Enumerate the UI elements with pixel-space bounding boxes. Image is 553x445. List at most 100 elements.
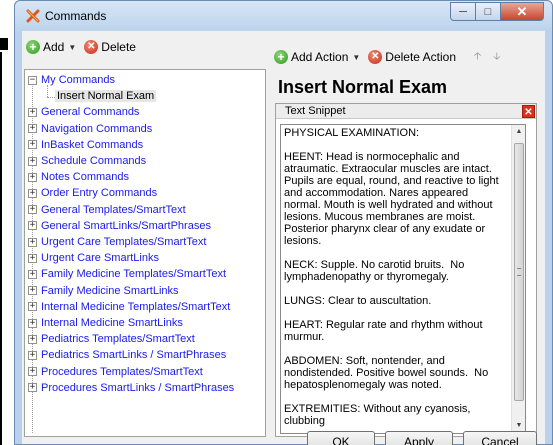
remove-snippet-button[interactable]: ✕ (522, 105, 535, 118)
add-label: Add (43, 40, 65, 54)
minimize-icon: ─ (459, 5, 467, 18)
snippet-paragraph: ABDOMEN: Soft, nontender, and nondistend… (284, 355, 492, 391)
expand-icon[interactable]: + (28, 172, 37, 182)
title-bar[interactable]: Commands ─ □ ✕ (15, 1, 552, 31)
expand-icon[interactable]: + (28, 124, 37, 134)
expand-icon[interactable]: + (28, 205, 37, 215)
commands-window: Commands ─ □ ✕ + Add ▼ ✕ Delete − My Comm… (14, 0, 553, 445)
tree-item-label: General Commands (41, 106, 140, 119)
expand-icon[interactable]: + (28, 334, 37, 344)
expand-icon[interactable]: + (28, 286, 37, 296)
snippet-paragraph: PHYSICAL EXAMINATION: (284, 127, 420, 139)
add-icon: + (26, 40, 40, 54)
delete-action-label: Delete Action (385, 50, 457, 64)
delete-icon: ✕ (84, 40, 99, 54)
scroll-thumb[interactable] (514, 143, 524, 401)
tree-item-label: Internal Medicine SmartLinks (41, 317, 183, 329)
add-icon: + (274, 50, 288, 64)
command-tree[interactable]: − My Commands Insert Normal Exam + General C… (24, 69, 266, 437)
tree-item-label: Order Entry Commands (41, 187, 158, 200)
scroll-up-icon[interactable]: ▲ (512, 125, 525, 139)
expand-icon[interactable]: + (28, 367, 37, 377)
tree-item-label: Navigation Commands (41, 122, 153, 135)
snippet-paragraph: NECK: Supple. No carotid bruits. No lymp… (284, 259, 468, 283)
tree-item[interactable]: + Internal Medicine Templates/SmartText (28, 299, 230, 315)
edge-tick (0, 38, 8, 50)
delete-icon: ✕ (368, 50, 383, 64)
expand-icon[interactable]: + (28, 269, 37, 279)
tree-item[interactable]: + Navigation Commands (28, 121, 152, 137)
tree-item[interactable]: + Order Entry Commands (28, 185, 157, 201)
expand-icon[interactable]: + (28, 188, 37, 198)
move-down-arrow-icon[interactable]: 🡣︎ (493, 49, 500, 66)
maximize-button[interactable]: □ (476, 2, 501, 21)
expand-icon[interactable]: + (28, 383, 37, 393)
close-icon: ✕ (516, 3, 528, 19)
tree-item[interactable]: + Urgent Care Templates/SmartText (28, 234, 206, 250)
tree-item[interactable]: + Procedures Templates/SmartText (28, 364, 203, 380)
tree-item[interactable]: + General Templates/SmartText (28, 202, 186, 218)
expand-icon[interactable]: + (28, 302, 37, 312)
expand-icon[interactable]: + (28, 221, 37, 231)
snippet-text-area[interactable]: PHYSICAL EXAMINATION: HEENT: Head is norm… (280, 124, 526, 434)
expand-icon[interactable]: + (28, 350, 37, 360)
tree-item-label: Internal Medicine Templates/SmartText (41, 300, 231, 313)
tree-item[interactable]: + Schedule Commands (28, 153, 146, 169)
snippet-header: Text Snippet ✕ (276, 104, 536, 119)
edge-strip (0, 52, 2, 445)
tree-item[interactable]: + Pediatrics SmartLinks / SmartPhrases (28, 347, 226, 363)
maximize-icon: □ (484, 5, 492, 18)
tree-item[interactable]: + Family Medicine Templates/SmartText (28, 266, 226, 282)
dialog-client-area: + Add ▼ ✕ Delete − My Commands Insert Norm… (22, 31, 545, 445)
close-button[interactable]: ✕ (501, 2, 544, 21)
tree-item[interactable]: + Notes Commands (28, 169, 129, 185)
cancel-button[interactable]: Cancel (463, 431, 537, 445)
tree-item-label: Notes Commands (41, 171, 130, 184)
delete-action-button[interactable]: ✕ Delete Action (368, 50, 456, 64)
snippet-paragraph: LUNGS: Clear to auscultation. (284, 295, 432, 307)
tree-item[interactable]: + Pediatrics Templates/SmartText (28, 331, 195, 347)
right-toolbar: + Add Action ▼ ✕ Delete Action 🡡︎ 🡣︎ (274, 45, 500, 69)
expand-icon[interactable]: + (28, 253, 37, 263)
expand-icon[interactable]: + (28, 237, 37, 247)
add-button[interactable]: + Add ▼ (26, 40, 76, 54)
tree-item[interactable]: + General SmartLinks/SmartPhrases (28, 218, 211, 234)
tree-item[interactable]: − My Commands (28, 72, 115, 88)
snippet-paragraph: HEART: Regular rate and rhythm without m… (284, 319, 486, 343)
expand-icon[interactable]: + (28, 156, 37, 166)
delete-button[interactable]: ✕ Delete (84, 40, 136, 54)
tree-item[interactable]: + Procedures SmartLinks / SmartPhrases (28, 380, 234, 396)
tree-item[interactable]: + InBasket Commands (28, 137, 143, 153)
tree-item-label: Family Medicine Templates/SmartText (41, 268, 227, 281)
tree-item[interactable]: + Internal Medicine SmartLinks (28, 315, 183, 331)
ok-button[interactable]: OK (307, 431, 375, 445)
scroll-grip (517, 268, 521, 276)
add-action-button[interactable]: + Add Action ▼ (274, 50, 360, 64)
tree-item-label: My Commands (41, 74, 115, 86)
chevron-down-icon: ▼ (352, 52, 361, 62)
tree-item-selected[interactable]: Insert Normal Exam (55, 88, 157, 104)
tree-item-label: Procedures SmartLinks / SmartPhrases (41, 381, 235, 394)
collapse-icon[interactable]: − (28, 75, 37, 85)
expand-icon[interactable]: + (28, 140, 37, 150)
move-up-arrow-icon[interactable]: 🡡︎ (474, 49, 481, 66)
tree-item[interactable]: + Family Medicine SmartLinks (28, 283, 179, 299)
expand-icon[interactable]: + (28, 107, 37, 117)
tree-item-label: Insert Normal Exam (55, 90, 157, 103)
snippet-text: PHYSICAL EXAMINATION: HEENT: Head is norm… (281, 125, 505, 427)
expand-icon[interactable]: + (28, 318, 37, 328)
snippet-scrollbar[interactable]: ▲ ▼ (511, 125, 525, 433)
minimize-button[interactable]: ─ (450, 2, 476, 21)
text-snippet-panel: Text Snippet ✕ PHYSICAL EXAMINATION: HEEN… (275, 103, 537, 437)
apply-button[interactable]: Apply (385, 431, 453, 445)
add-action-label: Add Action (291, 50, 349, 64)
tree-item-label: InBasket Commands (41, 138, 144, 151)
tree-item[interactable]: + General Commands (28, 104, 139, 120)
snippet-paragraph: HEENT: Head is normocephalic and atrauma… (284, 151, 502, 247)
tree-item-label: Urgent Care SmartLinks (41, 252, 159, 265)
tree-item[interactable]: + Urgent Care SmartLinks (28, 250, 159, 266)
left-toolbar: + Add ▼ ✕ Delete (22, 31, 266, 63)
tree-item-label: Pediatrics Templates/SmartText (41, 333, 195, 346)
action-title: Insert Normal Exam (278, 77, 448, 97)
tree-item-label: General SmartLinks/SmartPhrases (41, 219, 211, 232)
